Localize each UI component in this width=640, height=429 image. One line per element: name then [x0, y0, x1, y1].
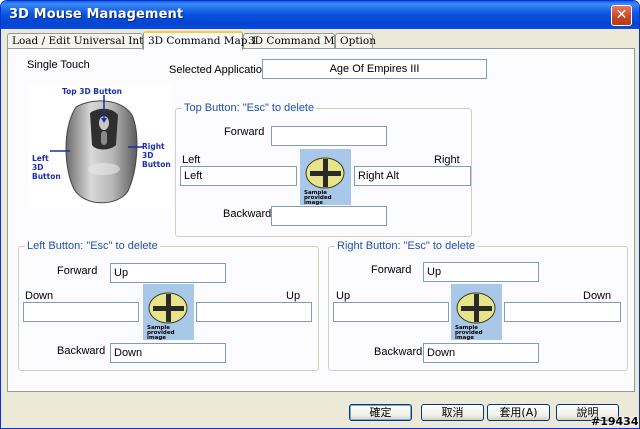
- top-left-field[interactable]: Left: [180, 166, 297, 186]
- callout-left-line1: Left: [32, 154, 49, 163]
- right-backward-label: Backward: [374, 346, 423, 358]
- left-backward-field[interactable]: Down: [110, 343, 226, 363]
- callout-left-line3: Button: [32, 172, 61, 181]
- left-crosshair-image: Sample provided image: [143, 284, 194, 341]
- top-backward-label: Backward: [223, 208, 272, 220]
- top-right-field[interactable]: Right Alt: [354, 166, 471, 186]
- top-button-group: Top Button: "Esc" to delete Forward Left…: [175, 102, 472, 237]
- callout-left-line2: 3D: [32, 163, 43, 172]
- top-right-label: Right: [434, 154, 460, 166]
- right-button-group: Right Button: "Esc" to delete Forward Up…: [328, 240, 628, 371]
- selected-application-field[interactable]: Age Of Empires III: [262, 59, 487, 79]
- mouse-illustration: Top 3D Button Left 3D Button Right 3D Bu…: [28, 85, 172, 208]
- right-up-field[interactable]: [333, 302, 449, 322]
- apply-button[interactable]: 套用(A): [487, 404, 550, 421]
- left-group-title: Left Button: "Esc" to delete: [25, 240, 160, 252]
- right-forward-field[interactable]: Up: [423, 262, 539, 282]
- right-forward-label: Forward: [371, 264, 412, 276]
- tab-panel: Single Touch Selected Application Age Of…: [7, 48, 635, 392]
- right-group-title: Right Button: "Esc" to delete: [335, 240, 478, 252]
- window-title: 3D Mouse Management: [9, 7, 184, 22]
- top-backward-field[interactable]: [271, 206, 387, 226]
- single-touch-label: Single Touch: [27, 59, 90, 71]
- top-crosshair-image: Sample provided image: [300, 149, 351, 206]
- top-left-label: Left: [182, 154, 201, 166]
- callout-right-line1: Right: [142, 142, 165, 151]
- callout-right-line3: Button: [142, 160, 171, 169]
- left-forward-label: Forward: [57, 265, 98, 277]
- left-up-label: Up: [286, 290, 301, 302]
- selected-application-label: Selected Application: [169, 64, 269, 76]
- right-backward-field[interactable]: Down: [423, 343, 539, 363]
- right-down-label: Down: [583, 290, 612, 302]
- right-crosshair-image: Sample provided image: [451, 284, 502, 341]
- main-window: 3D Mouse Management ✕ Load / Edit Univer…: [0, 0, 640, 429]
- left-button-group: Left Button: "Esc" to delete Forward Up …: [18, 240, 319, 371]
- left-caption-line3: image: [147, 335, 166, 340]
- top-caption-line3: image: [304, 200, 323, 205]
- watermark-text: #19434: [591, 415, 639, 428]
- right-caption-line3: image: [455, 335, 474, 340]
- right-down-field[interactable]: [504, 302, 621, 322]
- left-up-field[interactable]: [196, 302, 312, 322]
- left-down-label: Down: [25, 290, 54, 302]
- left-forward-field[interactable]: Up: [110, 263, 226, 283]
- right-up-label: Up: [336, 290, 351, 302]
- top-group-title: Top Button: "Esc" to delete: [182, 102, 317, 114]
- tab-option[interactable]: Option: [335, 33, 376, 49]
- ok-button[interactable]: 確定: [349, 404, 412, 421]
- callout-top-3d-button: Top 3D Button: [62, 87, 122, 96]
- cancel-button[interactable]: 取消: [421, 404, 484, 421]
- callout-right-line2: 3D: [142, 151, 153, 160]
- top-forward-label: Forward: [224, 126, 265, 138]
- top-forward-field[interactable]: [271, 126, 387, 146]
- tab-load-edit[interactable]: Load / Edit Universal Interface: [7, 33, 177, 49]
- title-bar[interactable]: 3D Mouse Management ✕: [1, 1, 639, 29]
- tab-command-map-1[interactable]: 3D Command Map 1: [143, 31, 258, 50]
- left-backward-label: Backward: [57, 345, 106, 357]
- left-down-field[interactable]: [23, 302, 139, 322]
- close-button[interactable]: ✕: [611, 5, 632, 26]
